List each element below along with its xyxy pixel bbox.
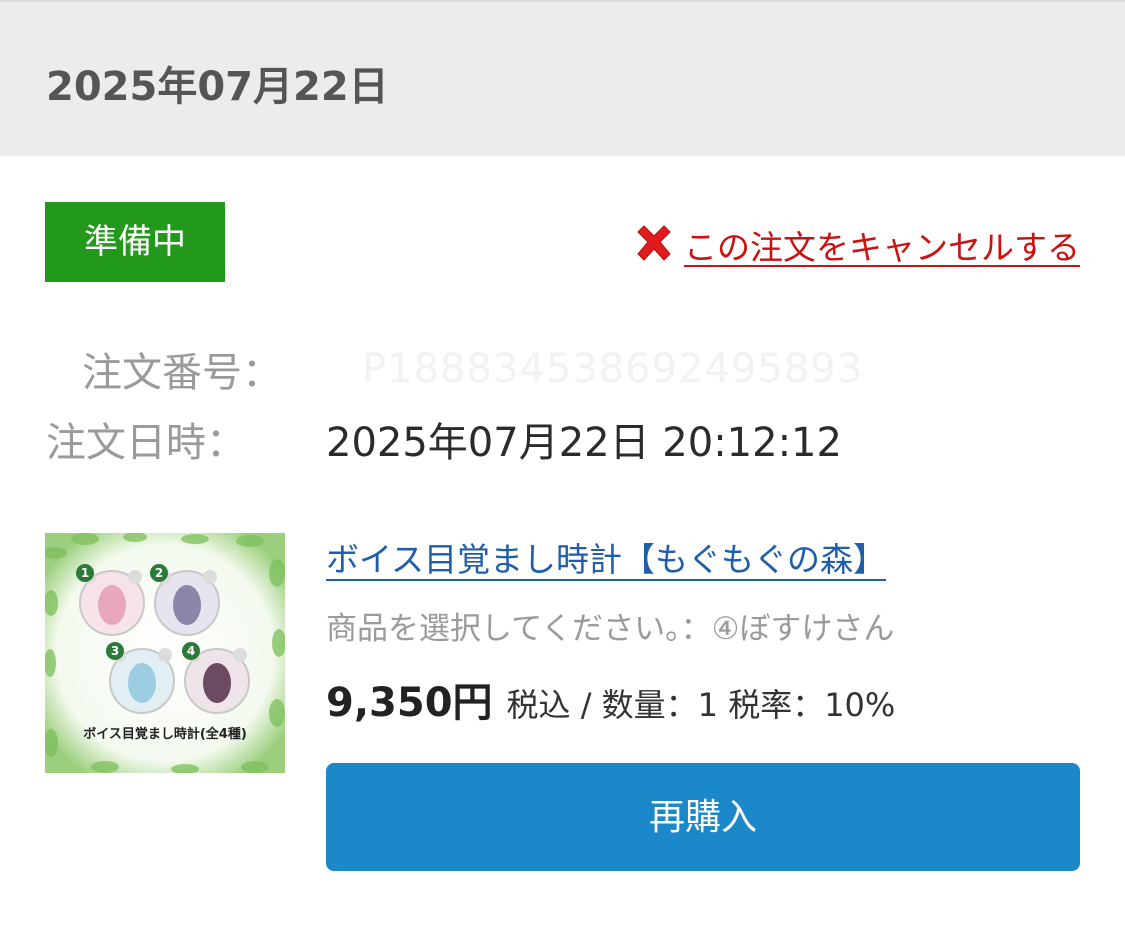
clock-number-1: 1: [81, 566, 89, 580]
order-datetime-value: 2025年07月22日 20:12:12: [326, 420, 842, 466]
product-image-caption: ボイス目覚まし時計(全4種): [83, 726, 247, 742]
cancel-order-link[interactable]: この注文をキャンセルする: [632, 220, 1080, 270]
order-number-label: 注文番号：: [82, 350, 282, 396]
rebuy-button[interactable]: 再購入: [326, 763, 1080, 871]
cancel-order-label: この注文をキャンセルする: [684, 228, 1080, 267]
product-image: 1 2 3 4 ボイス目覚まし時計(全4種): [45, 533, 285, 773]
order-number-row: 注文番号： P188834538692495893: [46, 340, 863, 398]
order-number-value: P188834538692495893: [362, 346, 864, 392]
product-option: 商品を選択してください。：④ぼすけさん: [326, 611, 895, 647]
date-header: 2025年07月22日: [0, 0, 1125, 156]
header-date: 2025年07月22日: [46, 64, 389, 110]
clock-number-3: 3: [111, 644, 119, 658]
order-datetime-label: 注文日時：: [46, 420, 246, 466]
product-title-link[interactable]: ボイス目覚まし時計【もぐもぐの森】: [326, 533, 886, 581]
status-badge: 準備中: [45, 202, 225, 282]
clock-number-4: 4: [187, 644, 195, 658]
close-icon: [637, 225, 671, 261]
order-datetime-row: 注文日時： 2025年07月22日 20:12:12: [46, 410, 842, 468]
price-row: 9,350円 税込 / 数量：1 税率：10%: [326, 670, 895, 728]
clock-number-2: 2: [155, 566, 163, 580]
price-detail: 税込 / 数量：1 税率：10%: [506, 686, 896, 724]
product-price: 9,350円: [326, 680, 493, 726]
product-thumbnail[interactable]: 1 2 3 4 ボイス目覚まし時計(全4種): [45, 533, 285, 773]
